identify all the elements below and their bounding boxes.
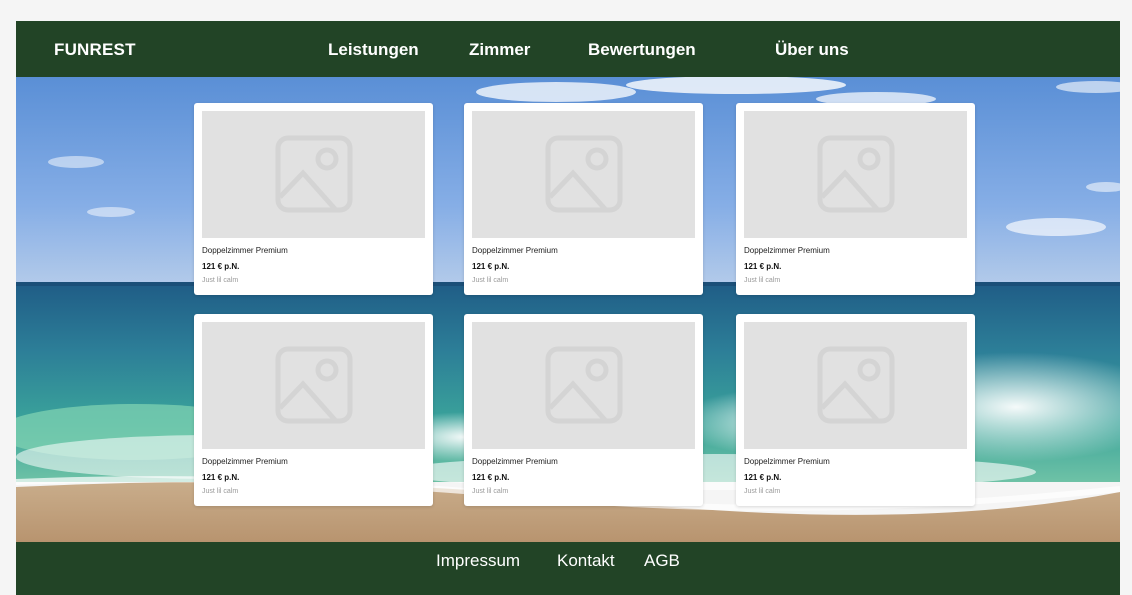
- footer-link-kontakt[interactable]: Kontakt: [557, 551, 615, 571]
- image-placeholder-icon: [275, 135, 353, 213]
- hero-background-image: Doppelzimmer Premium 121 € p.N. Just lil…: [16, 77, 1120, 542]
- room-card[interactable]: Doppelzimmer Premium 121 € p.N. Just lil…: [194, 103, 433, 295]
- room-card[interactable]: Doppelzimmer Premium 121 € p.N. Just lil…: [464, 314, 703, 506]
- room-price: 121 € p.N.: [744, 262, 782, 271]
- room-card[interactable]: Doppelzimmer Premium 121 € p.N. Just lil…: [464, 103, 703, 295]
- nav-item-leistungen[interactable]: Leistungen: [328, 40, 419, 60]
- room-title: Doppelzimmer Premium: [202, 457, 288, 466]
- page-frame: FUNREST Leistungen Zimmer Bewertungen Üb…: [16, 21, 1120, 595]
- room-note: Just lil calm: [472, 488, 509, 495]
- room-note: Just lil calm: [472, 277, 509, 284]
- room-price: 121 € p.N.: [744, 473, 782, 482]
- footer-link-agb[interactable]: AGB: [644, 551, 680, 571]
- room-image-placeholder: [744, 111, 967, 238]
- room-title: Doppelzimmer Premium: [744, 246, 830, 255]
- room-note: Just lil calm: [744, 488, 781, 495]
- footer-link-impressum[interactable]: Impressum: [436, 551, 520, 571]
- room-card[interactable]: Doppelzimmer Premium 121 € p.N. Just lil…: [194, 314, 433, 506]
- image-placeholder-icon: [275, 346, 353, 424]
- room-card[interactable]: Doppelzimmer Premium 121 € p.N. Just lil…: [736, 314, 975, 506]
- room-title: Doppelzimmer Premium: [202, 246, 288, 255]
- room-image-placeholder: [202, 322, 425, 449]
- room-image-placeholder: [202, 111, 425, 238]
- room-note: Just lil calm: [744, 277, 781, 284]
- room-title: Doppelzimmer Premium: [472, 246, 558, 255]
- room-title: Doppelzimmer Premium: [744, 457, 830, 466]
- nav-item-ueber-uns[interactable]: Über uns: [775, 40, 849, 60]
- room-note: Just lil calm: [202, 277, 239, 284]
- nav-item-zimmer[interactable]: Zimmer: [469, 40, 530, 60]
- room-price: 121 € p.N.: [472, 262, 510, 271]
- site-footer: Impressum Kontakt AGB: [16, 542, 1120, 595]
- nav-item-bewertungen[interactable]: Bewertungen: [588, 40, 696, 60]
- room-image-placeholder: [744, 322, 967, 449]
- room-price: 121 € p.N.: [472, 473, 510, 482]
- room-title: Doppelzimmer Premium: [472, 457, 558, 466]
- image-placeholder-icon: [545, 346, 623, 424]
- room-image-placeholder: [472, 111, 695, 238]
- image-placeholder-icon: [545, 135, 623, 213]
- site-header: FUNREST Leistungen Zimmer Bewertungen Üb…: [16, 21, 1120, 77]
- image-placeholder-icon: [817, 346, 895, 424]
- room-card[interactable]: Doppelzimmer Premium 121 € p.N. Just lil…: [736, 103, 975, 295]
- room-note: Just lil calm: [202, 488, 239, 495]
- room-price: 121 € p.N.: [202, 473, 240, 482]
- image-placeholder-icon: [817, 135, 895, 213]
- room-price: 121 € p.N.: [202, 262, 240, 271]
- site-logo[interactable]: FUNREST: [54, 40, 136, 60]
- room-image-placeholder: [472, 322, 695, 449]
